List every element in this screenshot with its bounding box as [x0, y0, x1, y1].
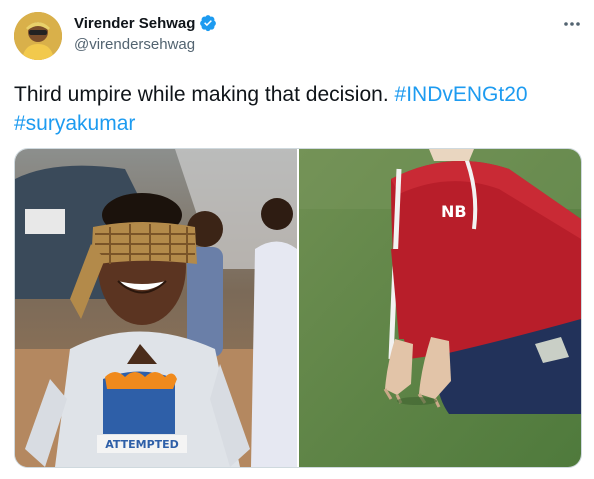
avatar[interactable]	[14, 12, 62, 60]
hashtag-link[interactable]: #INDvENGt20	[395, 83, 528, 106]
more-options-icon[interactable]	[562, 14, 582, 34]
hashtag-link[interactable]: #suryakumar	[14, 112, 135, 135]
shirt-logo: NB	[441, 202, 467, 221]
tweet-body: Third umpire while making that decision.	[14, 83, 395, 106]
name-row: Virender Sehwag	[74, 14, 217, 32]
tweet-card: Virender Sehwag @virendersehwag Third um…	[0, 0, 594, 479]
display-name[interactable]: Virender Sehwag	[74, 15, 195, 32]
media-grid: ATTEMPTED NB	[14, 148, 582, 468]
media-image-right[interactable]: NB	[299, 149, 581, 467]
user-handle[interactable]: @virendersehwag	[74, 36, 195, 53]
verified-badge-icon	[199, 14, 217, 32]
shirt-caption: ATTEMPTED	[105, 438, 179, 451]
tweet-text: Third umpire while making that decision.…	[14, 80, 584, 138]
media-image-left[interactable]: ATTEMPTED	[15, 149, 297, 467]
